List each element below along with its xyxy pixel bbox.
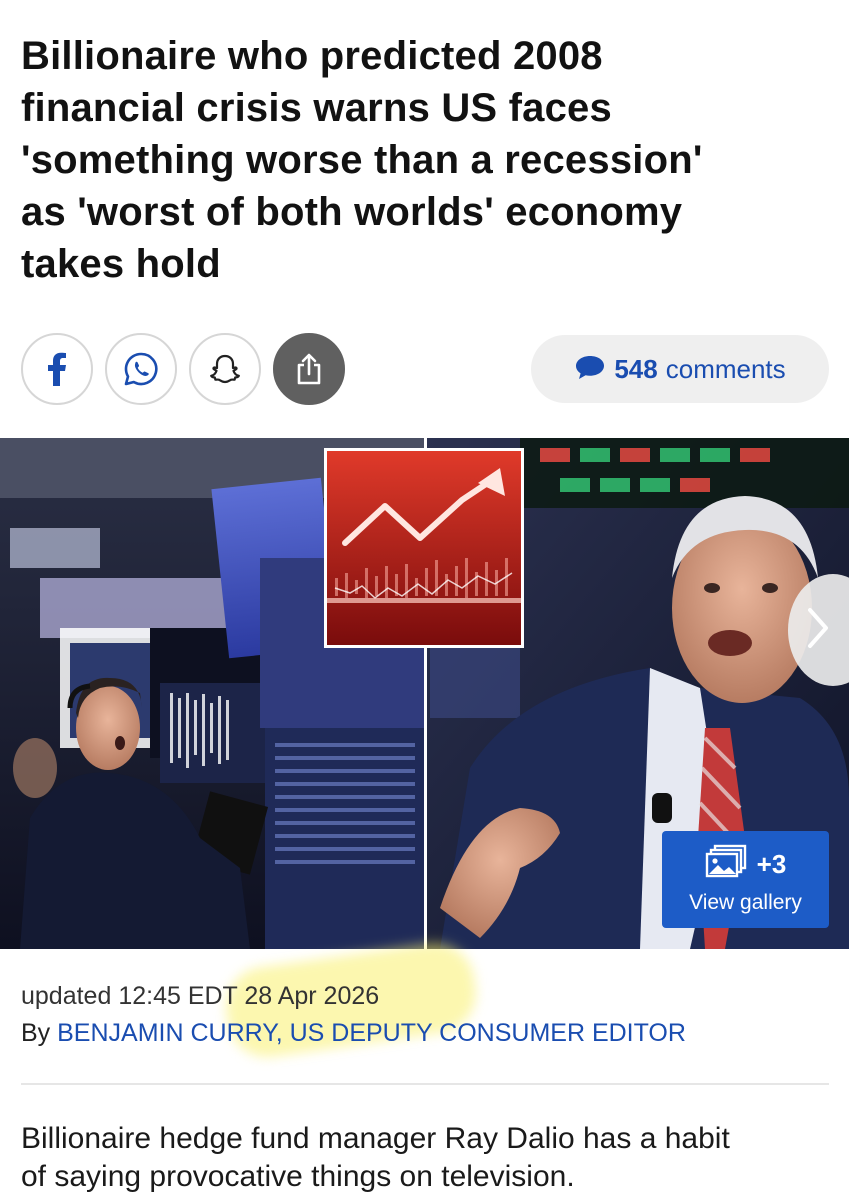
headline-line: financial crisis warns US faces bbox=[21, 86, 612, 130]
whatsapp-icon bbox=[122, 350, 160, 388]
headline-line: 'something worse than a recession' bbox=[21, 138, 703, 182]
snapchat-icon bbox=[208, 352, 242, 386]
gallery-count: +3 bbox=[756, 849, 787, 879]
gallery-icon bbox=[705, 844, 749, 885]
comments-button[interactable]: 548 comments bbox=[531, 335, 829, 403]
lead-line: of saying provocative things on televisi… bbox=[21, 1160, 575, 1193]
updated-timestamp: updated 12:45 EDT 28 Apr 2026 bbox=[21, 982, 380, 1010]
comment-label: comments bbox=[665, 353, 786, 384]
comment-bubble-icon bbox=[574, 353, 606, 386]
byline: By BENJAMIN CURRY, US DEPUTY CONSUMER ED… bbox=[21, 1019, 686, 1048]
view-gallery-button[interactable]: +3 View gallery bbox=[662, 831, 829, 928]
chevron-right-icon bbox=[804, 606, 832, 655]
headline-line: takes hold bbox=[21, 242, 221, 286]
byline-prefix: By bbox=[21, 1019, 58, 1047]
author-link[interactable]: BENJAMIN CURRY, US DEPUTY CONSUMER EDITO… bbox=[57, 1019, 686, 1047]
facebook-share-button[interactable] bbox=[21, 333, 93, 405]
article-lead: Billionaire hedge fund manager Ray Dalio… bbox=[21, 1120, 829, 1196]
comment-count: 548 bbox=[614, 353, 658, 384]
share-icon bbox=[294, 352, 324, 386]
share-bar: 548 comments bbox=[21, 333, 829, 405]
gallery-label: View gallery bbox=[689, 891, 802, 914]
snapchat-share-button[interactable] bbox=[189, 333, 261, 405]
facebook-icon bbox=[46, 352, 68, 386]
headline-line: Billionaire who predicted 2008 bbox=[21, 34, 603, 78]
headline: Billionaire who predicted 2008 financial… bbox=[21, 30, 821, 290]
share-button[interactable] bbox=[273, 333, 345, 405]
headline-line: as 'worst of both worlds' economy bbox=[21, 190, 683, 234]
lead-line: Billionaire hedge fund manager Ray Dalio… bbox=[21, 1122, 730, 1155]
whatsapp-share-button[interactable] bbox=[105, 333, 177, 405]
divider bbox=[21, 1083, 829, 1085]
